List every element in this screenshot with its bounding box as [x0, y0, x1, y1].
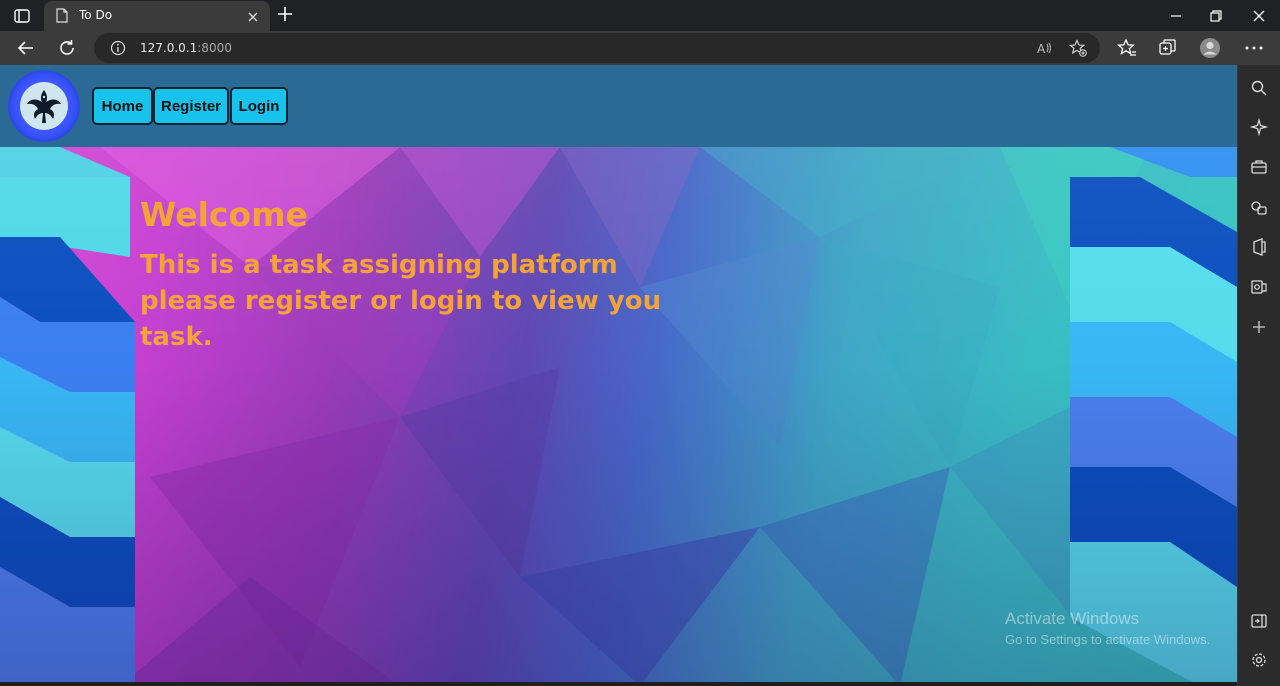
- minimize-icon[interactable]: [1166, 6, 1186, 26]
- welcome-heading: Welcome: [140, 195, 308, 234]
- close-icon[interactable]: [247, 8, 261, 24]
- activate-windows-watermark: Activate Windows Go to Settings to activ…: [1005, 609, 1210, 647]
- window-close-icon[interactable]: [1249, 6, 1269, 26]
- profile-icon[interactable]: [1199, 37, 1221, 59]
- page-viewport: Home Register Login Welcome This is a ta…: [0, 65, 1237, 686]
- plus-icon[interactable]: [276, 5, 296, 25]
- star-plus-icon[interactable]: [1068, 39, 1087, 57]
- browser-sidebar: [1237, 65, 1280, 686]
- watermark-subtitle: Go to Settings to activate Windows.: [1005, 632, 1211, 647]
- url-host: 127.0.0.1: [140, 41, 198, 55]
- page-icon: [56, 8, 70, 24]
- restore-icon[interactable]: [1206, 6, 1226, 26]
- add-icon[interactable]: [1250, 318, 1268, 336]
- nav-home-button[interactable]: Home: [92, 87, 153, 125]
- welcome-subtitle: This is a task assigning platform please…: [140, 250, 662, 352]
- nav-login-button[interactable]: Login: [230, 87, 288, 125]
- svg-text:A: A: [1037, 42, 1046, 56]
- url-port: :8000: [197, 41, 232, 55]
- games-icon[interactable]: [1250, 198, 1268, 216]
- tab-strip: To Do: [0, 0, 1280, 31]
- collections-icon[interactable]: [1157, 37, 1179, 59]
- outlook-icon[interactable]: [1250, 278, 1268, 296]
- favorites-icon[interactable]: [1116, 37, 1138, 59]
- read-aloud-icon[interactable]: A: [1036, 39, 1054, 57]
- search-icon[interactable]: [1250, 79, 1268, 97]
- back-arrow-icon[interactable]: [15, 37, 37, 59]
- site-logo[interactable]: [8, 70, 80, 142]
- tab-title: To Do: [79, 8, 113, 22]
- more-icon[interactable]: [1243, 37, 1265, 59]
- discover-icon[interactable]: [1249, 117, 1269, 137]
- phoenix-icon: [20, 82, 68, 130]
- site-header: Home Register Login: [0, 65, 1237, 147]
- sidebar-collapse-icon[interactable]: [1250, 612, 1268, 630]
- bottom-scrollbar[interactable]: [0, 682, 1237, 686]
- nav-register-button[interactable]: Register: [153, 87, 229, 125]
- url-text[interactable]: 127.0.0.1:8000: [140, 41, 232, 55]
- hero-section: Welcome This is a task assigning platfor…: [0, 147, 1237, 686]
- browser-toolbar: 127.0.0.1:8000 A: [0, 31, 1280, 65]
- office-icon[interactable]: [1250, 238, 1268, 256]
- tools-icon[interactable]: [1250, 158, 1268, 176]
- address-bar[interactable]: 127.0.0.1:8000 A: [94, 33, 1100, 63]
- watermark-title: Activate Windows: [1005, 609, 1140, 628]
- browser-tab[interactable]: To Do: [44, 1, 270, 31]
- settings-icon[interactable]: [1250, 651, 1268, 669]
- info-icon[interactable]: [110, 40, 126, 56]
- refresh-icon[interactable]: [56, 37, 78, 59]
- tab-actions-icon[interactable]: [10, 6, 34, 26]
